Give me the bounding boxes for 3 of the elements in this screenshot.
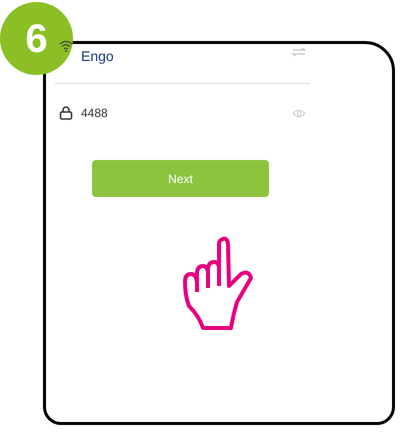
- password-field[interactable]: 4488: [81, 104, 201, 122]
- wifi-name-field[interactable]: Engo: [81, 46, 211, 67]
- step-number: 6: [0, 2, 73, 75]
